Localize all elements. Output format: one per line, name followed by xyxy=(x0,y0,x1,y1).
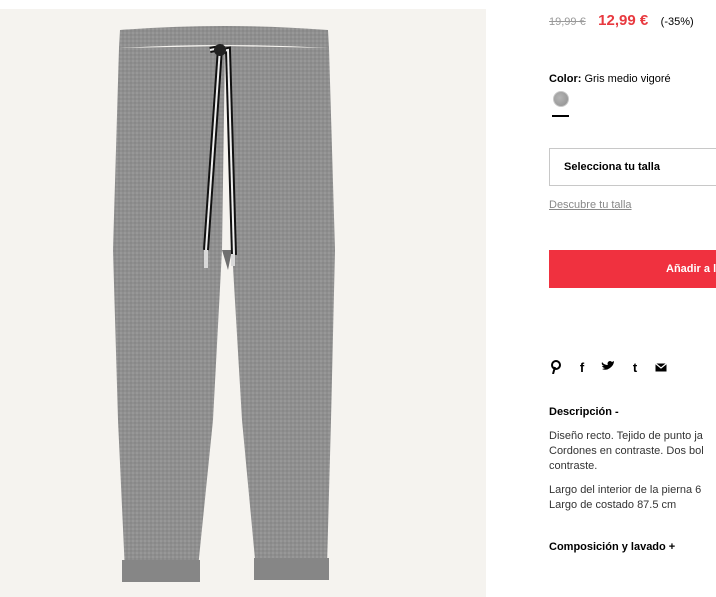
color-swatch[interactable] xyxy=(553,91,569,107)
color-value: Gris medio vigoré xyxy=(584,73,671,85)
description-line: contraste. xyxy=(549,460,598,472)
description-line: Cordones en contraste. Dos bol xyxy=(549,445,704,457)
add-to-cart-button[interactable]: Añadir a la cesta xyxy=(549,250,716,288)
old-price: 19,99 € xyxy=(549,16,586,28)
price-row: 19,99 € 12,99 € (-35%) xyxy=(549,12,694,30)
sale-price: 12,99 € xyxy=(598,12,649,29)
facebook-icon[interactable]: f xyxy=(575,360,589,376)
description-line: Largo del interior de la pierna 6 xyxy=(549,484,702,496)
twitter-icon[interactable] xyxy=(601,360,615,376)
composition-toggle[interactable]: Composición y lavado + xyxy=(549,541,675,553)
product-image[interactable] xyxy=(0,9,486,597)
pants-illustration xyxy=(113,26,335,582)
discount-badge: (-35%) xyxy=(660,16,694,28)
size-guide-link[interactable]: Descubre tu talla xyxy=(549,199,632,211)
size-select[interactable]: Selecciona tu talla xyxy=(549,148,716,186)
color-row: Color: Gris medio vigoré xyxy=(549,73,671,85)
email-icon[interactable] xyxy=(654,360,668,376)
pinterest-icon[interactable] xyxy=(549,360,563,376)
color-label: Color: xyxy=(549,73,582,85)
description-line: Largo de costado 87.5 cm xyxy=(549,499,677,511)
tumblr-icon[interactable]: t xyxy=(628,360,642,376)
description-toggle[interactable]: Descripción - xyxy=(549,406,619,418)
description-line: Diseño recto. Tejido de punto ja xyxy=(549,430,703,442)
swatch-selected-indicator xyxy=(552,115,569,117)
